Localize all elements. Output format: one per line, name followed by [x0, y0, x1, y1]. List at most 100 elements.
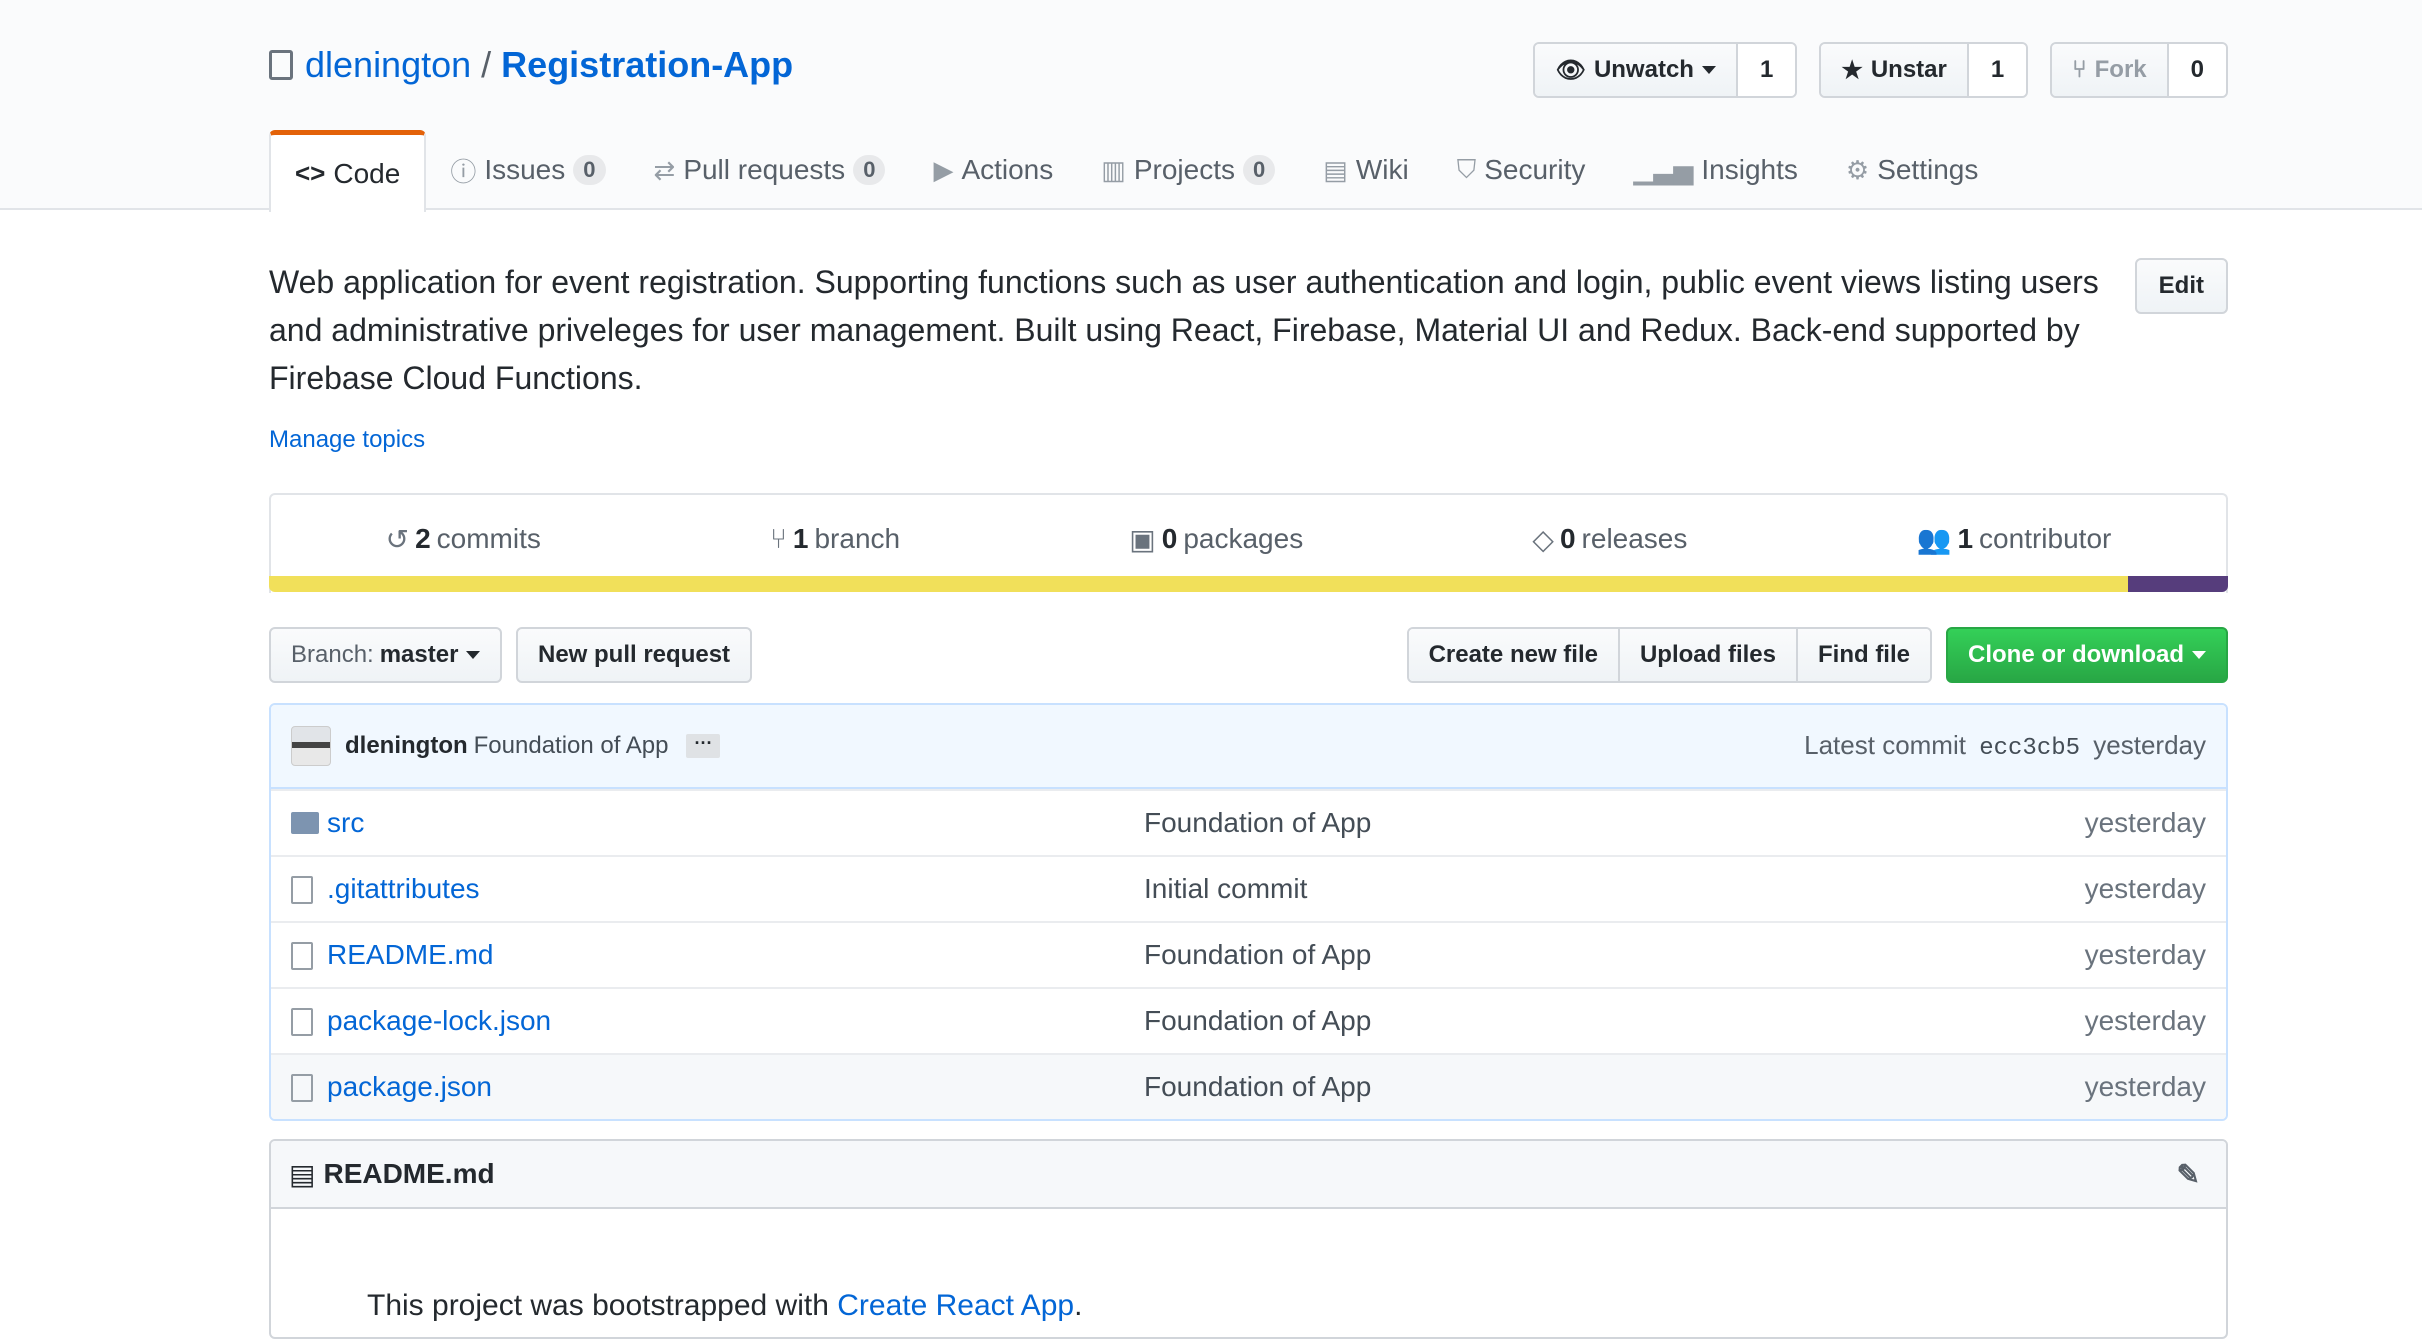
- commit-author-link[interactable]: dlenington: [345, 732, 468, 760]
- branch-icon: ⑂: [770, 523, 787, 554]
- tab-insights[interactable]: ▁▃▅ Insights: [1609, 130, 1822, 210]
- pencil-icon[interactable]: ✎: [2177, 1158, 2200, 1191]
- file-commit-message-link[interactable]: Foundation of App: [1144, 939, 1371, 971]
- file-name-link[interactable]: package-lock.json: [327, 1005, 551, 1037]
- play-icon: ▶: [933, 154, 954, 185]
- tab-pull-requests[interactable]: ⇄ Pull requests 0: [630, 130, 910, 210]
- edit-description-button[interactable]: Edit: [2134, 258, 2228, 314]
- tag-icon: ◇: [1532, 523, 1554, 555]
- upload-files-button[interactable]: Upload files: [1619, 629, 1798, 681]
- file-navigation: Branch: master New pull request Create n…: [269, 627, 2228, 683]
- avatar[interactable]: [291, 726, 331, 766]
- commit-sha-link[interactable]: ecc3cb5: [1979, 735, 2080, 762]
- releases-label: releases: [1581, 523, 1688, 554]
- file-row: README.md Foundation of App yesterday: [271, 921, 2226, 987]
- unwatch-label: Unwatch: [1593, 56, 1694, 83]
- new-pull-request-button[interactable]: New pull request: [516, 627, 753, 683]
- file-name-link[interactable]: README.md: [327, 939, 493, 971]
- releases-count: 0: [1559, 523, 1576, 554]
- unstar-label: Unstar: [1870, 56, 1947, 83]
- star-button-group: ★ Unstar 1: [1819, 42, 2029, 98]
- latest-commit-label: Latest commit: [1804, 730, 1966, 760]
- language-bar[interactable]: [269, 576, 2228, 592]
- commit-message-link[interactable]: Foundation of App: [474, 732, 669, 760]
- forks-count[interactable]: 0: [2168, 44, 2226, 96]
- commits-link[interactable]: ↺ 2 commits: [386, 523, 541, 556]
- fork-label: Fork: [2094, 56, 2147, 83]
- commit-expand-button[interactable]: ···: [686, 734, 721, 758]
- readme-box: ▤ README.md ✎ This project was bootstrap…: [269, 1139, 2228, 1339]
- releases-link[interactable]: ◇ 0 releases: [1532, 523, 1687, 556]
- latest-commit-info: Latest commit ecc3cb5 yesterday: [1804, 730, 2206, 762]
- file-icon: [291, 872, 321, 907]
- commits-label: commits: [436, 523, 541, 554]
- tab-label: Settings: [1877, 154, 1979, 185]
- watch-button-group: 👁 Unwatch 1: [1533, 42, 1798, 98]
- file-name-link[interactable]: src: [327, 807, 364, 839]
- branch-select-value: master: [379, 641, 459, 668]
- tab-label: Insights: [1701, 154, 1798, 185]
- code-icon: <>: [295, 158, 326, 188]
- tab-projects[interactable]: ▥ Projects 0: [1077, 130, 1299, 210]
- repo-name-link[interactable]: Registration-App: [501, 44, 793, 86]
- file-commit-message-link[interactable]: Foundation of App: [1144, 1071, 1371, 1103]
- clone-or-download-button[interactable]: Clone or download: [1946, 627, 2228, 683]
- file-age: yesterday: [2084, 873, 2206, 904]
- tab-label: Projects: [1133, 154, 1235, 185]
- tab-actions[interactable]: ▶ Actions: [909, 130, 1077, 210]
- branches-label: branch: [814, 523, 901, 554]
- create-new-file-button[interactable]: Create new file: [1408, 629, 1620, 681]
- language-segment-javascript: [269, 576, 2129, 592]
- tab-settings[interactable]: ⚙ Settings: [1822, 130, 2002, 210]
- branch-select-button[interactable]: Branch: master: [269, 627, 503, 683]
- tab-security[interactable]: ⛉ Security: [1433, 130, 1610, 210]
- file-list: dlenington Foundation of App ··· Latest …: [269, 703, 2228, 1121]
- file-icon: [291, 1070, 321, 1105]
- create-react-app-link[interactable]: Create React App: [837, 1289, 1074, 1322]
- tab-counter: 0: [1243, 155, 1276, 185]
- readme-header: ▤ README.md ✎: [271, 1141, 2226, 1209]
- repo-tabs: <> Code ⓘ Issues 0 ⇄ Pull requests 0 ▶ A…: [269, 130, 2002, 212]
- tab-counter: 0: [853, 155, 886, 185]
- file-name-link[interactable]: .gitattributes: [327, 873, 480, 905]
- fork-button-group: ⑂ Fork 0: [2050, 42, 2228, 98]
- file-row: package.json Foundation of App yesterday: [271, 1053, 2226, 1119]
- commit-age: yesterday: [2093, 730, 2206, 760]
- tab-label: Issues: [484, 154, 566, 185]
- tab-wiki[interactable]: ▤ Wiki: [1299, 130, 1432, 210]
- repo-owner-link[interactable]: dlenington: [305, 44, 471, 86]
- file-commit-message-link[interactable]: Foundation of App: [1144, 807, 1371, 839]
- tab-code[interactable]: <> Code: [269, 130, 427, 212]
- history-icon: ↺: [385, 523, 410, 555]
- repo-separator: /: [481, 44, 492, 85]
- clone-label: Clone or download: [1968, 641, 2184, 668]
- branches-count: 1: [792, 523, 809, 554]
- contributors-count: 1: [1957, 523, 1974, 554]
- find-file-button[interactable]: Find file: [1798, 629, 1930, 681]
- packages-link[interactable]: ▣ 0 packages: [1129, 523, 1303, 556]
- file-commit-message-link[interactable]: Initial commit: [1144, 873, 1307, 905]
- unwatch-button[interactable]: 👁 Unwatch: [1535, 44, 1738, 96]
- watchers-count[interactable]: 1: [1737, 44, 1796, 96]
- file-commit-message-link[interactable]: Foundation of App: [1144, 1005, 1371, 1037]
- chevron-down-icon: [466, 651, 481, 659]
- tab-issues[interactable]: ⓘ Issues 0: [426, 130, 629, 210]
- repo-actions: 👁 Unwatch 1 ★ Unstar 1 ⑂ Fork 0: [1533, 42, 2228, 98]
- branches-link[interactable]: ⑂ 1 branch: [770, 523, 900, 555]
- unstar-button[interactable]: ★ Unstar: [1821, 44, 1969, 96]
- file-age: yesterday: [2084, 807, 2206, 838]
- folder-icon: [291, 807, 321, 839]
- repo-title: dlenington / Registration-App: [269, 44, 793, 86]
- file-icon: [291, 1004, 321, 1039]
- graph-icon: ▁▃▅: [1633, 154, 1694, 185]
- tab-label: Actions: [961, 154, 1054, 185]
- readme-text: This project was bootstrapped with: [367, 1289, 829, 1322]
- fork-button[interactable]: ⑂ Fork: [2052, 44, 2169, 96]
- file-age: yesterday: [2084, 1071, 2206, 1102]
- manage-topics-link[interactable]: Manage topics: [269, 426, 425, 454]
- book-icon: ▤: [289, 1158, 316, 1190]
- stargazers-count[interactable]: 1: [1968, 44, 2027, 96]
- eye-icon: 👁: [1555, 56, 1586, 84]
- contributors-link[interactable]: 👥 1 contributor: [1917, 523, 2112, 556]
- file-name-link[interactable]: package.json: [327, 1071, 492, 1103]
